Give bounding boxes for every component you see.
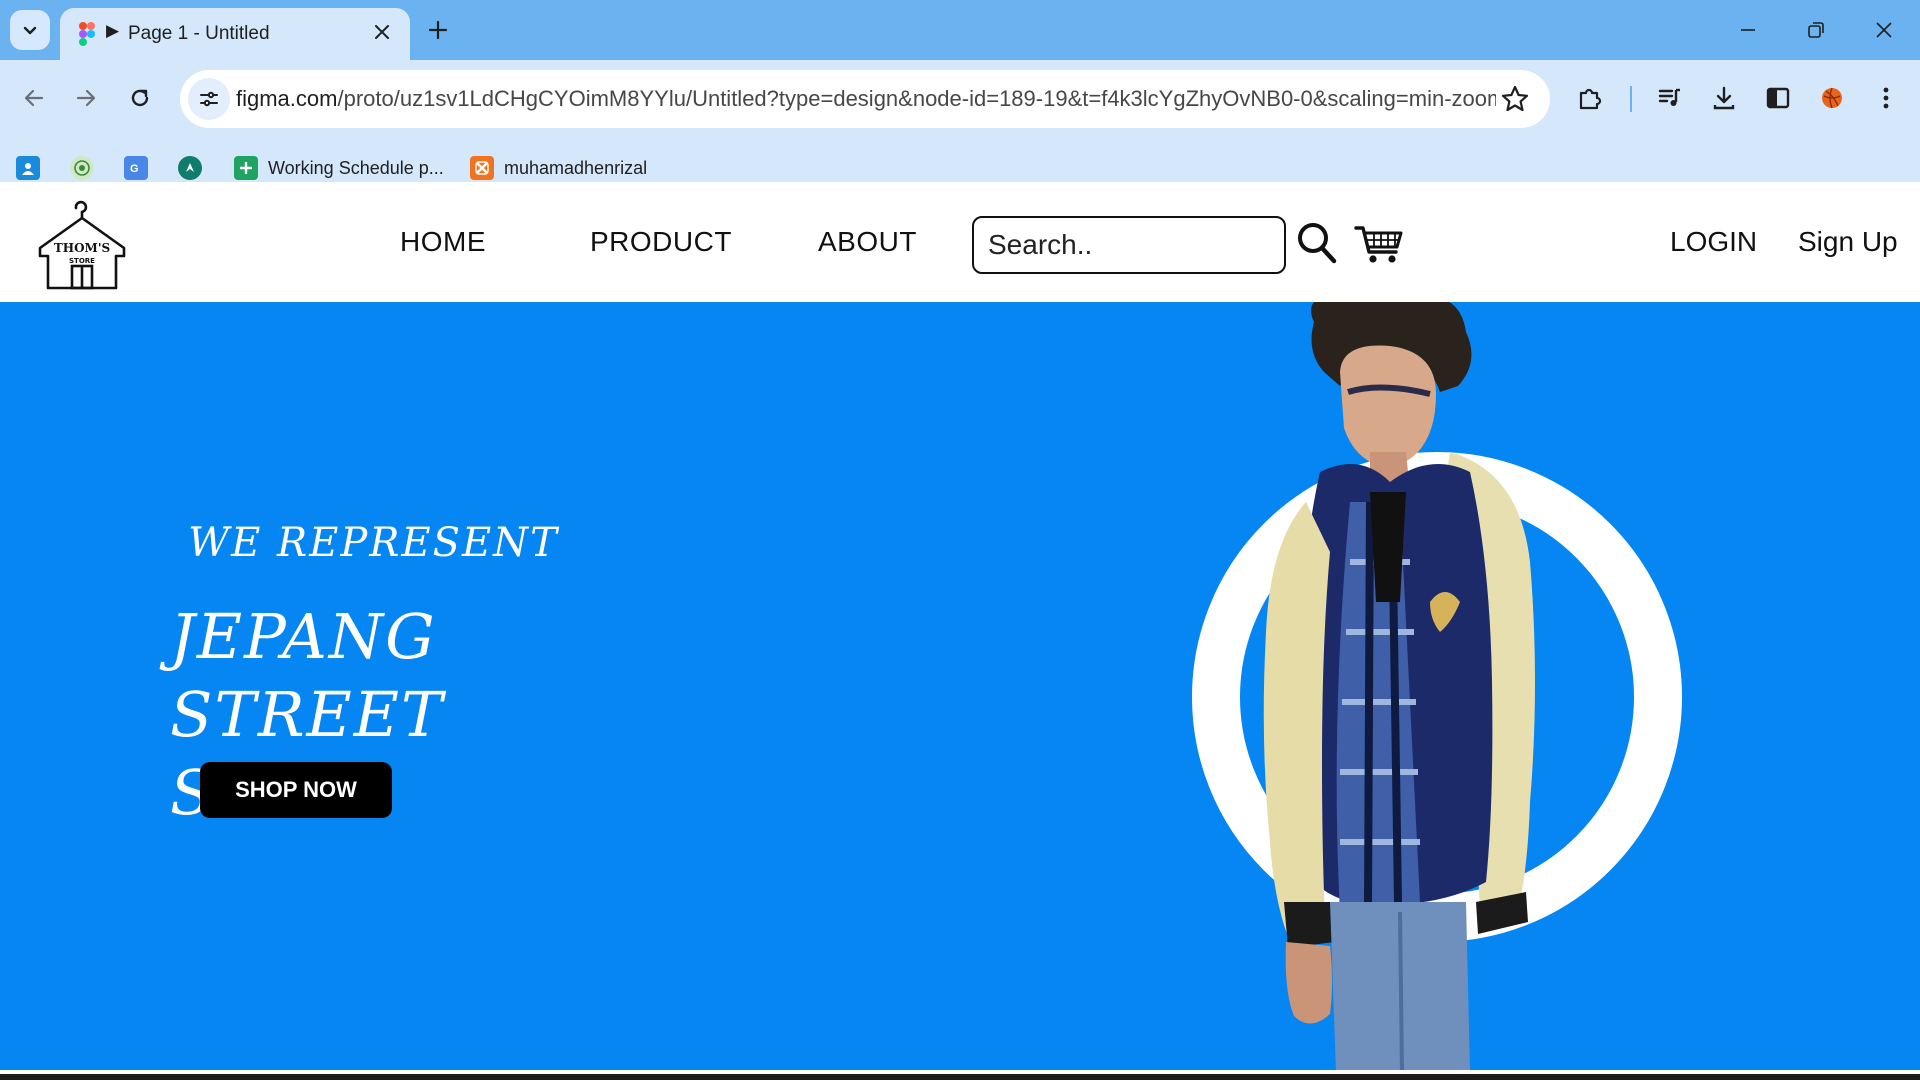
- puzzle-icon: [1579, 88, 1602, 110]
- tab-title: Page 1 - Untitled: [128, 23, 270, 44]
- back-button[interactable]: [14, 78, 54, 118]
- tab-search-button[interactable]: [10, 10, 50, 50]
- media-controls-button[interactable]: [1650, 78, 1690, 118]
- sheets-icon: [234, 156, 258, 180]
- xampp-icon: [470, 156, 494, 180]
- play-icon: ▶: [106, 21, 120, 40]
- browser-toolbar: figma.com/proto/uz1sv1LdCHgCYOimM8YYlu/U…: [0, 60, 1920, 188]
- logo-line1: THOM'S: [54, 241, 110, 255]
- login-link[interactable]: LOGIN: [1670, 226, 1757, 258]
- svg-text:G: G: [130, 163, 139, 175]
- nav-home[interactable]: HOME: [400, 226, 486, 258]
- compass-icon: [178, 156, 202, 180]
- queue-music-icon: [1658, 88, 1680, 106]
- hero-subtitle: WE REPRESENT: [188, 520, 559, 566]
- bookmark-label: Working Schedule p...: [268, 157, 444, 178]
- bookmark-item[interactable]: G: [124, 152, 158, 184]
- bookmark-item[interactable]: [70, 152, 104, 184]
- arrow-right-icon: [76, 89, 96, 107]
- model-photo: [1263, 302, 1535, 1070]
- toolbar-divider: [1630, 86, 1632, 112]
- downloads-button[interactable]: [1704, 78, 1744, 118]
- bookmark-label: muhamadhenrizal: [504, 157, 648, 178]
- bookmark-item[interactable]: [178, 152, 212, 184]
- url-domain: figma.com: [236, 86, 338, 111]
- site-header: THOM'S STORE HOME PRODUCT ABOUT LOGIN Si…: [0, 182, 1920, 302]
- search-field: [972, 216, 1286, 274]
- browser-tab-bar: ▶ Page 1 - Untitled: [0, 0, 1920, 60]
- url-path: /proto/uz1sv1LdCHgCYOimM8YYlu/Untitled?t…: [337, 86, 1496, 111]
- close-tab-button[interactable]: [368, 18, 396, 46]
- thoms-store-logo[interactable]: THOM'S STORE: [36, 196, 128, 290]
- reload-icon: [131, 89, 149, 107]
- plus-icon: [428, 20, 448, 40]
- shop-now-button[interactable]: SHOP NOW: [200, 762, 392, 818]
- hero-banner: WE REPRESENT JEPANG STREET STYLE SHOP NO…: [0, 302, 1920, 1070]
- close-icon: [1876, 22, 1892, 38]
- extensions-button[interactable]: [1570, 78, 1610, 118]
- download-icon: [1713, 86, 1735, 110]
- url-text[interactable]: figma.com/proto/uz1sv1LdCHgCYOimM8YYlu/U…: [236, 86, 1496, 112]
- close-icon: [375, 25, 389, 39]
- restore-icon: [1808, 22, 1824, 38]
- chevron-down-icon: [23, 26, 37, 35]
- avatar-icon: [1822, 87, 1842, 109]
- translate-icon: G: [124, 156, 148, 180]
- search-icon[interactable]: [1296, 220, 1338, 266]
- search-input[interactable]: [974, 218, 1284, 272]
- arrow-left-icon: [24, 89, 44, 107]
- minimize-button[interactable]: [1728, 14, 1768, 46]
- forward-button[interactable]: [66, 78, 106, 118]
- close-window-button[interactable]: [1864, 14, 1904, 46]
- more-vertical-icon: [1883, 87, 1889, 109]
- side-panel-button[interactable]: [1758, 78, 1798, 118]
- reload-button[interactable]: [120, 78, 160, 118]
- signup-link[interactable]: Sign Up: [1798, 226, 1898, 258]
- contacts-icon: [16, 156, 40, 180]
- restore-button[interactable]: [1796, 14, 1836, 46]
- nav-product[interactable]: PRODUCT: [590, 226, 732, 258]
- browser-tab-active[interactable]: ▶ Page 1 - Untitled: [60, 8, 410, 60]
- address-bar[interactable]: figma.com/proto/uz1sv1LdCHgCYOimM8YYlu/U…: [180, 70, 1550, 128]
- browser-menu-button[interactable]: [1866, 78, 1906, 118]
- globe-seal-icon: [70, 156, 94, 180]
- logo-line2: STORE: [69, 257, 95, 265]
- minimize-icon: [1741, 29, 1755, 31]
- side-panel-icon: [1766, 87, 1790, 109]
- bookmark-item[interactable]: Working Schedule p...: [234, 152, 444, 184]
- profile-button[interactable]: [1812, 78, 1852, 118]
- bookmark-star-icon[interactable]: [1500, 84, 1530, 114]
- cart-icon[interactable]: [1354, 224, 1404, 264]
- site-info-button[interactable]: [188, 78, 230, 120]
- nav-about[interactable]: ABOUT: [818, 226, 917, 258]
- tune-icon: [200, 91, 218, 107]
- bookmark-item[interactable]: muhamadhenrizal: [470, 152, 647, 184]
- figma-icon: [79, 22, 95, 46]
- bookmark-item[interactable]: [16, 152, 50, 184]
- new-tab-button[interactable]: [422, 14, 454, 46]
- page-bottom-border: [0, 1074, 1920, 1080]
